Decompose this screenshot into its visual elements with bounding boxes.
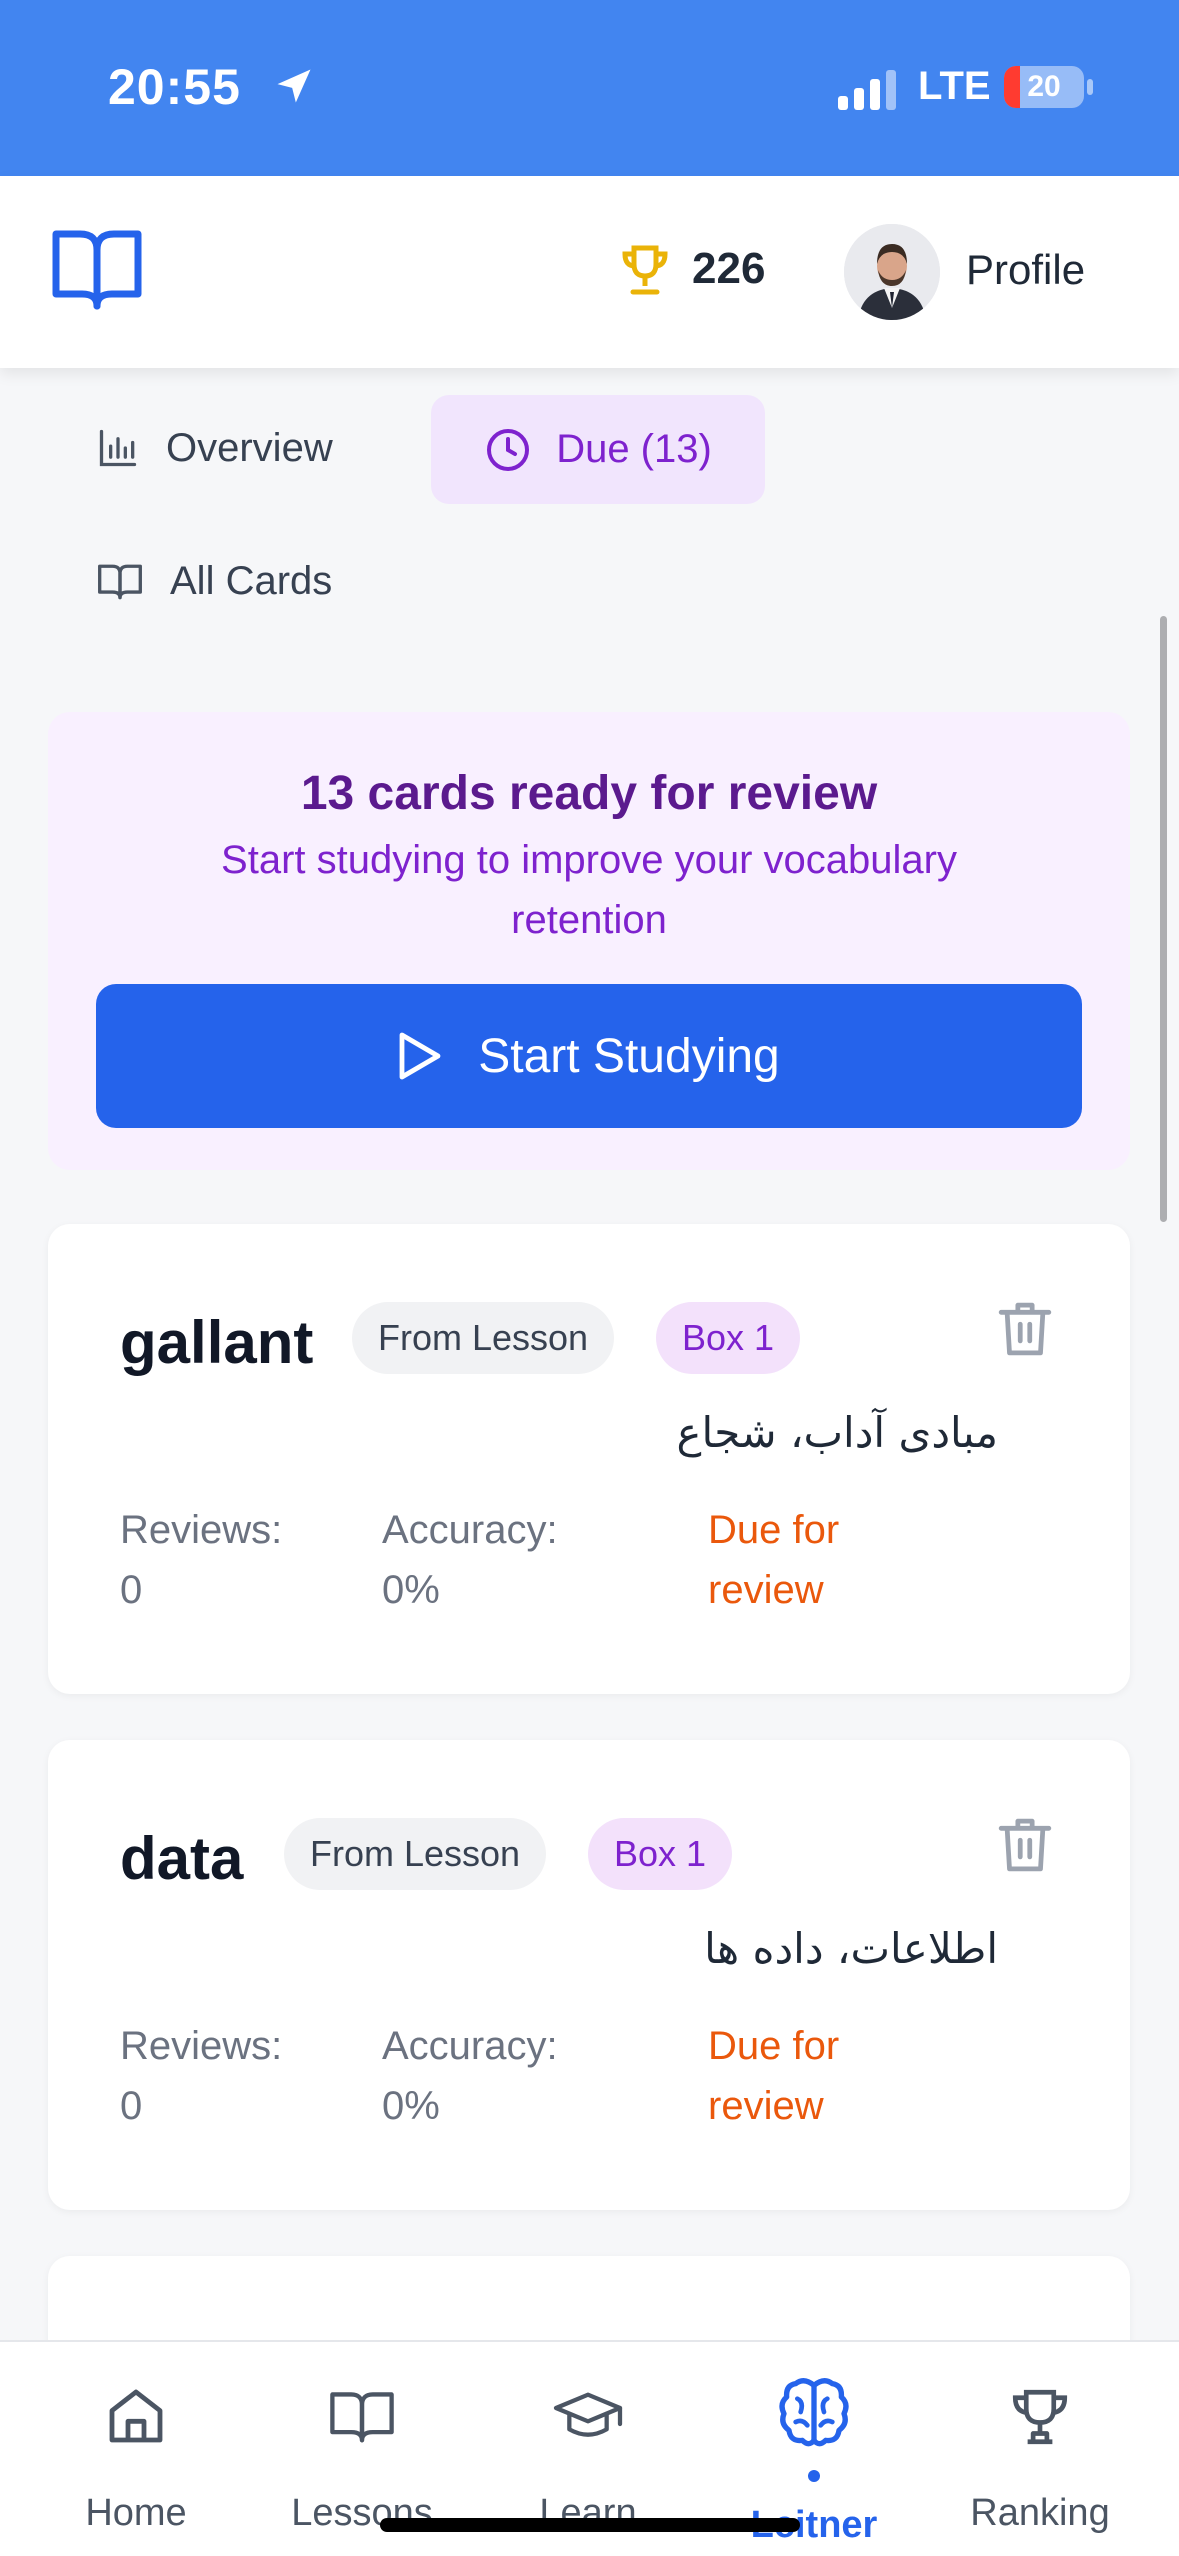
profile-link[interactable]: Profile bbox=[966, 246, 1085, 294]
trophy-icon bbox=[622, 245, 668, 295]
card-translation: مبادی آداب، شجاع bbox=[676, 1408, 998, 1457]
location-arrow-icon bbox=[277, 69, 311, 103]
start-studying-label: Start Studying bbox=[478, 1029, 780, 1083]
graduation-cap-icon bbox=[553, 2392, 623, 2437]
due-status-line1: Due for bbox=[708, 2024, 840, 2068]
due-status: Due for review bbox=[708, 2016, 839, 2136]
home-indicator[interactable] bbox=[380, 2518, 800, 2532]
reviews-stat: Reviews: 0 bbox=[120, 1500, 282, 1620]
accuracy-stat: Accuracy: 0% bbox=[382, 1500, 558, 1620]
source-badge: From Lesson bbox=[284, 1818, 547, 1890]
accuracy-label: Accuracy: bbox=[382, 1508, 558, 1552]
avatar[interactable] bbox=[844, 224, 940, 320]
battery-level: 20 bbox=[1027, 70, 1061, 103]
accuracy-value: 0% bbox=[382, 1568, 440, 1612]
signal-icon bbox=[838, 70, 896, 110]
reviews-value: 0 bbox=[120, 2084, 143, 2128]
tab-all-cards[interactable]: All Cards bbox=[96, 551, 332, 611]
reviews-label: Reviews: bbox=[120, 1508, 283, 1552]
card-word: data bbox=[120, 1825, 244, 1892]
tab-due[interactable]: Due (13) bbox=[431, 395, 765, 504]
trash-icon[interactable] bbox=[996, 1298, 1054, 1360]
trophy-icon bbox=[1012, 2389, 1068, 2445]
box-badge: Box 1 bbox=[656, 1302, 801, 1374]
book-icon bbox=[98, 564, 142, 600]
card-translation: اطلاعات، داده ها bbox=[704, 1924, 998, 1973]
nav-ranking-label: Ranking bbox=[970, 2492, 1110, 2534]
battery-icon: 20 bbox=[1004, 66, 1084, 108]
book-icon bbox=[330, 2392, 394, 2443]
tab-overview[interactable]: Overview bbox=[96, 418, 333, 478]
battery-cap bbox=[1087, 79, 1093, 95]
banner-title: 13 cards ready for review bbox=[300, 767, 878, 820]
due-status-line1: Due for bbox=[708, 1508, 840, 1552]
start-studying-button[interactable]: Start Studying bbox=[96, 984, 1082, 1128]
bar-chart-icon bbox=[99, 429, 137, 467]
accuracy-stat: Accuracy: 0% bbox=[382, 2016, 558, 2136]
accuracy-label: Accuracy: bbox=[382, 2024, 558, 2068]
tab-all-cards-label: All Cards bbox=[170, 558, 333, 603]
page: 20:55 LTE 20 226 Profile Overview Due (1… bbox=[0, 0, 1179, 2556]
score-value: 226 bbox=[692, 244, 766, 293]
status-bar: 20:55 LTE 20 bbox=[0, 0, 1179, 176]
tab-due-label: Due (13) bbox=[556, 427, 712, 471]
nav-home[interactable]: Home bbox=[26, 2342, 246, 2556]
flashcard: gallant From Lesson Box 1 مبادی آداب، شج… bbox=[48, 1224, 1130, 1694]
due-status-line2: review bbox=[708, 2084, 824, 2128]
nav-ranking[interactable]: Ranking bbox=[930, 2342, 1150, 2556]
trash-icon[interactable] bbox=[996, 1814, 1054, 1876]
reviews-value: 0 bbox=[120, 1568, 143, 1612]
reviews-label: Reviews: bbox=[120, 2024, 283, 2068]
play-icon bbox=[399, 1032, 441, 1080]
active-indicator-dot bbox=[808, 2470, 820, 2482]
flashcard: data From Lesson Box 1 اطلاعات، داده ها … bbox=[48, 1740, 1130, 2210]
review-banner: 13 cards ready for review Start studying… bbox=[48, 712, 1130, 1170]
accuracy-value: 0% bbox=[382, 2084, 440, 2128]
tab-overview-label: Overview bbox=[166, 425, 333, 470]
clock-icon bbox=[487, 428, 530, 471]
box-badge: Box 1 bbox=[588, 1818, 733, 1890]
banner-subtitle: Start studying to improve your vocabular… bbox=[221, 838, 957, 942]
card-word: gallant bbox=[120, 1309, 314, 1376]
app-header: 226 Profile bbox=[0, 176, 1179, 368]
reviews-stat: Reviews: 0 bbox=[120, 2016, 282, 2136]
source-badge: From Lesson bbox=[352, 1302, 615, 1374]
nav-home-label: Home bbox=[85, 2492, 187, 2534]
avatar-photo-icon bbox=[844, 224, 940, 320]
due-status: Due for review bbox=[708, 1500, 839, 1620]
brain-icon bbox=[779, 2378, 849, 2447]
scrollbar[interactable] bbox=[1160, 616, 1167, 1222]
due-status-line2: review bbox=[708, 1568, 824, 1612]
status-time: 20:55 bbox=[108, 59, 241, 115]
network-type: LTE bbox=[918, 64, 991, 108]
book-logo-icon[interactable] bbox=[50, 226, 144, 310]
home-icon bbox=[109, 2389, 163, 2443]
